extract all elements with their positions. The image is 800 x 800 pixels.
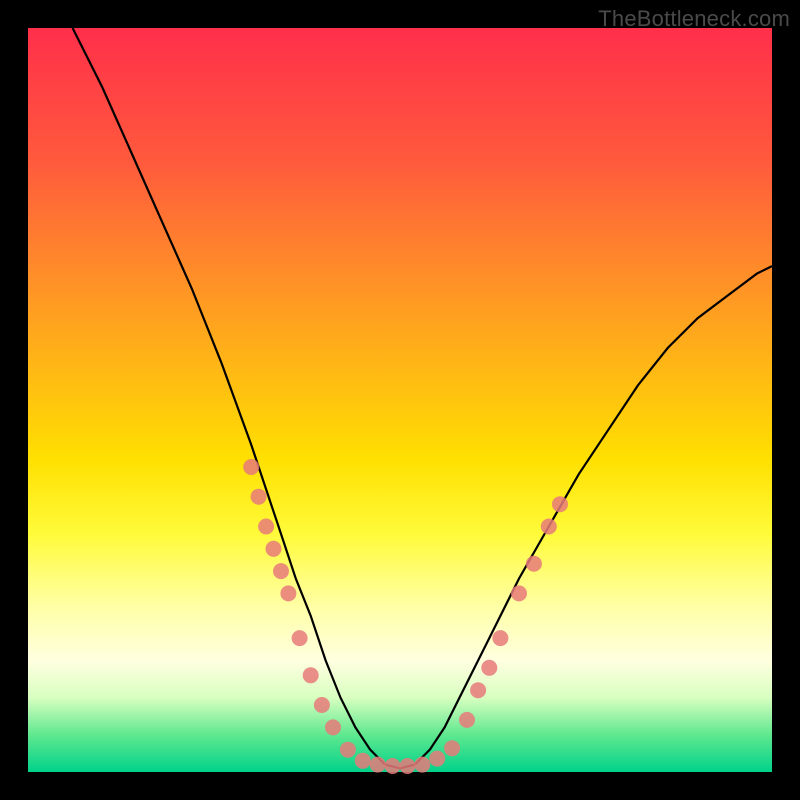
point-bottom-cluster [385,758,401,774]
point-left-cluster [251,489,267,505]
point-right-cluster [541,519,557,535]
chart-svg [28,28,772,772]
point-right-cluster [552,496,568,512]
point-right-cluster [511,585,527,601]
plot-area [28,28,772,772]
chart-frame: TheBottleneck.com [0,0,800,800]
point-left-cluster [243,459,259,475]
point-left-cluster [258,519,274,535]
point-bottom-cluster [414,757,430,773]
point-left-cluster [273,563,289,579]
point-right-cluster [492,630,508,646]
point-right-cluster [481,660,497,676]
watermark-text: TheBottleneck.com [598,6,790,32]
curve-bottleneck-curve [73,28,772,768]
point-left-cluster [280,585,296,601]
point-bottom-cluster [429,751,445,767]
point-left-cluster [303,667,319,683]
point-left-cluster [314,697,330,713]
point-bottom-cluster [370,757,386,773]
point-left-cluster [266,541,282,557]
point-left-cluster [325,719,341,735]
point-bottom-cluster [340,742,356,758]
point-bottom-cluster [355,753,371,769]
point-right-cluster [526,556,542,572]
point-right-cluster [459,712,475,728]
point-right-cluster [470,682,486,698]
point-bottom-cluster [399,758,415,774]
point-left-cluster [292,630,308,646]
point-bottom-cluster [444,740,460,756]
